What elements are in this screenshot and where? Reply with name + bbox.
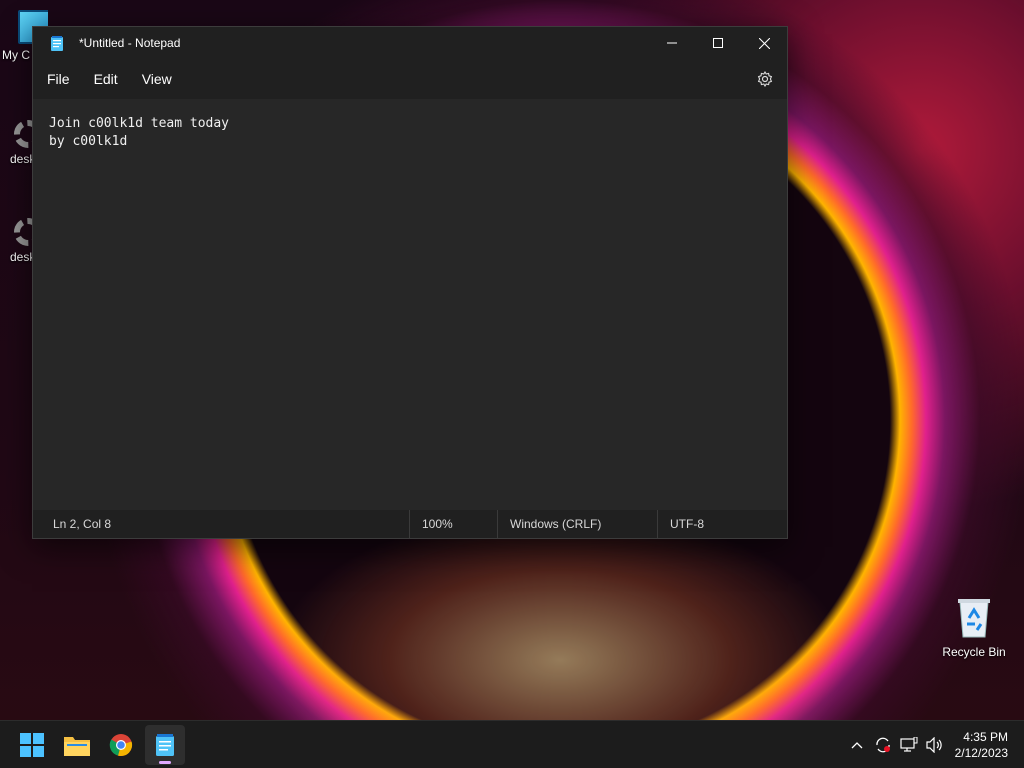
show-hidden-icons-button[interactable]	[844, 741, 870, 749]
start-icon	[20, 733, 44, 757]
desktop-icon-recycle-bin[interactable]: Recycle Bin	[938, 596, 1010, 659]
desktop-icon-label: desk	[10, 152, 32, 166]
gear-icon	[14, 120, 32, 148]
clock-time: 4:35 PM	[963, 730, 1008, 744]
clock-date: 2/12/2023	[954, 746, 1008, 760]
maximize-icon	[713, 38, 723, 48]
desktop-icon-settings-1[interactable]: desk	[0, 120, 32, 166]
text-editor[interactable]: Join c00lk1d team today by c00lk1d	[33, 99, 787, 510]
desktop-icon-label: desk	[10, 250, 32, 264]
taskbar: 4:35 PM 2/12/2023	[0, 720, 1024, 768]
chevron-up-icon	[851, 742, 863, 749]
notepad-icon	[156, 734, 174, 756]
menu-bar: File Edit View	[33, 59, 787, 99]
speaker-icon	[926, 737, 942, 753]
status-bar: Ln 2, Col 8 100% Windows (CRLF) UTF-8	[33, 510, 787, 538]
network-icon	[900, 737, 918, 752]
desktop-icon-label: Recycle Bin	[942, 645, 1006, 659]
network-button[interactable]	[896, 737, 922, 753]
recycle-bin-icon	[958, 599, 990, 638]
gear-icon	[14, 218, 32, 246]
start-button[interactable]	[12, 725, 52, 765]
maximize-button[interactable]	[695, 27, 741, 59]
notepad-taskbar-button[interactable]	[145, 725, 185, 765]
close-button[interactable]	[741, 27, 787, 59]
active-indicator	[159, 761, 171, 764]
status-line-ending: Windows (CRLF)	[497, 510, 657, 538]
system-tray	[844, 721, 948, 768]
title-bar[interactable]: *Untitled - Notepad	[33, 27, 787, 59]
file-explorer-icon	[64, 737, 90, 756]
menu-file[interactable]: File	[35, 71, 82, 87]
status-encoding: UTF-8	[657, 510, 787, 538]
notepad-window: *Untitled - Notepad File Edit View Join …	[32, 26, 788, 539]
volume-button[interactable]	[922, 737, 948, 753]
clock[interactable]: 4:35 PM 2/12/2023	[955, 729, 1008, 761]
file-explorer-button[interactable]	[57, 725, 97, 765]
status-zoom: 100%	[409, 510, 497, 538]
sync-status-button[interactable]	[870, 736, 896, 754]
window-title: *Untitled - Notepad	[79, 36, 181, 50]
desktop-icon-settings-2[interactable]: desk	[0, 218, 32, 264]
menu-edit[interactable]: Edit	[82, 71, 130, 87]
menu-view[interactable]: View	[130, 71, 184, 87]
settings-button[interactable]	[755, 69, 775, 89]
chrome-button[interactable]	[101, 725, 141, 765]
minimize-icon	[667, 42, 677, 44]
status-position: Ln 2, Col 8	[53, 517, 112, 531]
sync-icon	[876, 737, 890, 753]
desktop-icon-label: My C	[2, 48, 30, 62]
chrome-icon	[109, 734, 133, 757]
notepad-icon	[51, 35, 63, 51]
close-icon	[758, 37, 770, 49]
minimize-button[interactable]	[649, 27, 695, 59]
gear-icon	[757, 71, 773, 87]
